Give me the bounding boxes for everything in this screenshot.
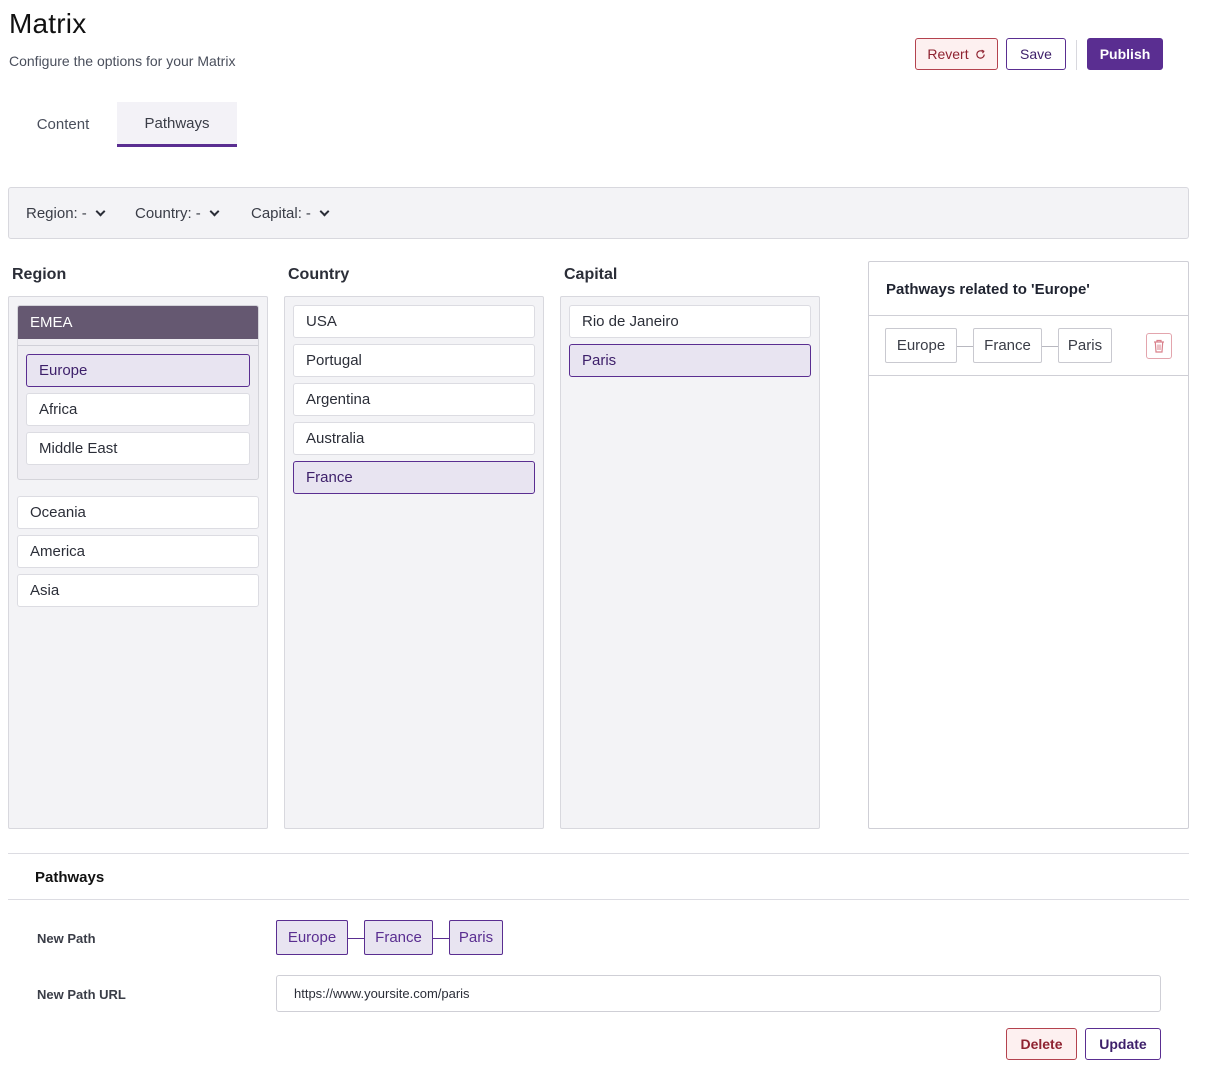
chevron-down-icon xyxy=(319,206,330,217)
delete-pathway-button[interactable] xyxy=(1146,333,1172,359)
path-connector xyxy=(1042,346,1058,347)
pathways-section-title: Pathways xyxy=(35,869,105,886)
country-filter-label: Country: xyxy=(135,205,192,222)
region-filter-label: Region: xyxy=(26,205,78,222)
delete-button[interactable]: Delete xyxy=(1006,1028,1077,1060)
chevron-down-icon xyxy=(209,206,220,217)
tab-pathways[interactable]: Pathways xyxy=(117,102,237,147)
divider xyxy=(8,899,1189,900)
path-chip-region: Europe xyxy=(885,328,957,363)
region-group-header[interactable]: EMEA xyxy=(18,306,258,339)
country-item-usa[interactable]: USA xyxy=(293,305,535,338)
country-item-argentina[interactable]: Argentina xyxy=(293,383,535,416)
path-chip-country: France xyxy=(973,328,1042,363)
capital-item-rio-de-janeiro[interactable]: Rio de Janeiro xyxy=(569,305,811,338)
path-connector xyxy=(348,938,364,939)
capital-item-paris[interactable]: Paris xyxy=(569,344,811,377)
new-path-chip-capital: Paris xyxy=(449,920,503,955)
divider xyxy=(869,375,1188,376)
path-chip-capital: Paris xyxy=(1058,328,1112,363)
region-item-oceania[interactable]: Oceania xyxy=(17,496,259,529)
chevron-down-icon xyxy=(95,206,106,217)
country-filter-value: - xyxy=(195,205,201,222)
country-column-title: Country xyxy=(288,266,350,283)
region-column-title: Region xyxy=(12,266,67,283)
country-item-portugal[interactable]: Portugal xyxy=(293,344,535,377)
path-connector xyxy=(433,938,449,939)
new-path-label: New Path xyxy=(37,931,96,946)
save-button[interactable]: Save xyxy=(1006,38,1066,70)
region-item-europe[interactable]: Europe xyxy=(26,354,250,387)
new-path-url-input[interactable] xyxy=(276,975,1161,1012)
revert-label: Revert xyxy=(927,46,969,62)
new-path-url-label: New Path URL xyxy=(37,987,126,1002)
path-connector xyxy=(957,346,973,347)
page-subtitle: Configure the options for your Matrix xyxy=(9,53,236,69)
tab-content[interactable]: Content xyxy=(9,102,117,147)
refresh-icon xyxy=(975,49,985,59)
country-filter-dropdown[interactable]: Country: - xyxy=(135,205,222,222)
divider xyxy=(18,345,258,346)
divider xyxy=(869,315,1188,316)
divider xyxy=(8,853,1189,854)
region-filter-value: - xyxy=(81,205,87,222)
region-item-middle-east[interactable]: Middle East xyxy=(26,432,250,465)
trash-icon xyxy=(1154,339,1164,353)
region-item-america[interactable]: America xyxy=(17,535,259,568)
new-path-chip-region: Europe xyxy=(276,920,348,955)
new-path-chip-country: France xyxy=(364,920,433,955)
update-button[interactable]: Update xyxy=(1085,1028,1161,1060)
related-pathways-title: Pathways related to 'Europe' xyxy=(886,281,1090,298)
publish-button[interactable]: Publish xyxy=(1087,38,1163,70)
capital-filter-value: - xyxy=(305,205,311,222)
header-divider xyxy=(1076,40,1077,70)
capital-filter-dropdown[interactable]: Capital: - xyxy=(251,205,332,222)
capital-filter-label: Capital: xyxy=(251,205,302,222)
country-item-france[interactable]: France xyxy=(293,461,535,494)
country-item-australia[interactable]: Australia xyxy=(293,422,535,455)
region-item-africa[interactable]: Africa xyxy=(26,393,250,426)
page-title: Matrix xyxy=(9,8,87,39)
region-item-asia[interactable]: Asia xyxy=(17,574,259,607)
region-filter-dropdown[interactable]: Region: - xyxy=(26,205,108,222)
revert-button[interactable]: Revert xyxy=(915,38,998,70)
capital-column-title: Capital xyxy=(564,266,618,283)
